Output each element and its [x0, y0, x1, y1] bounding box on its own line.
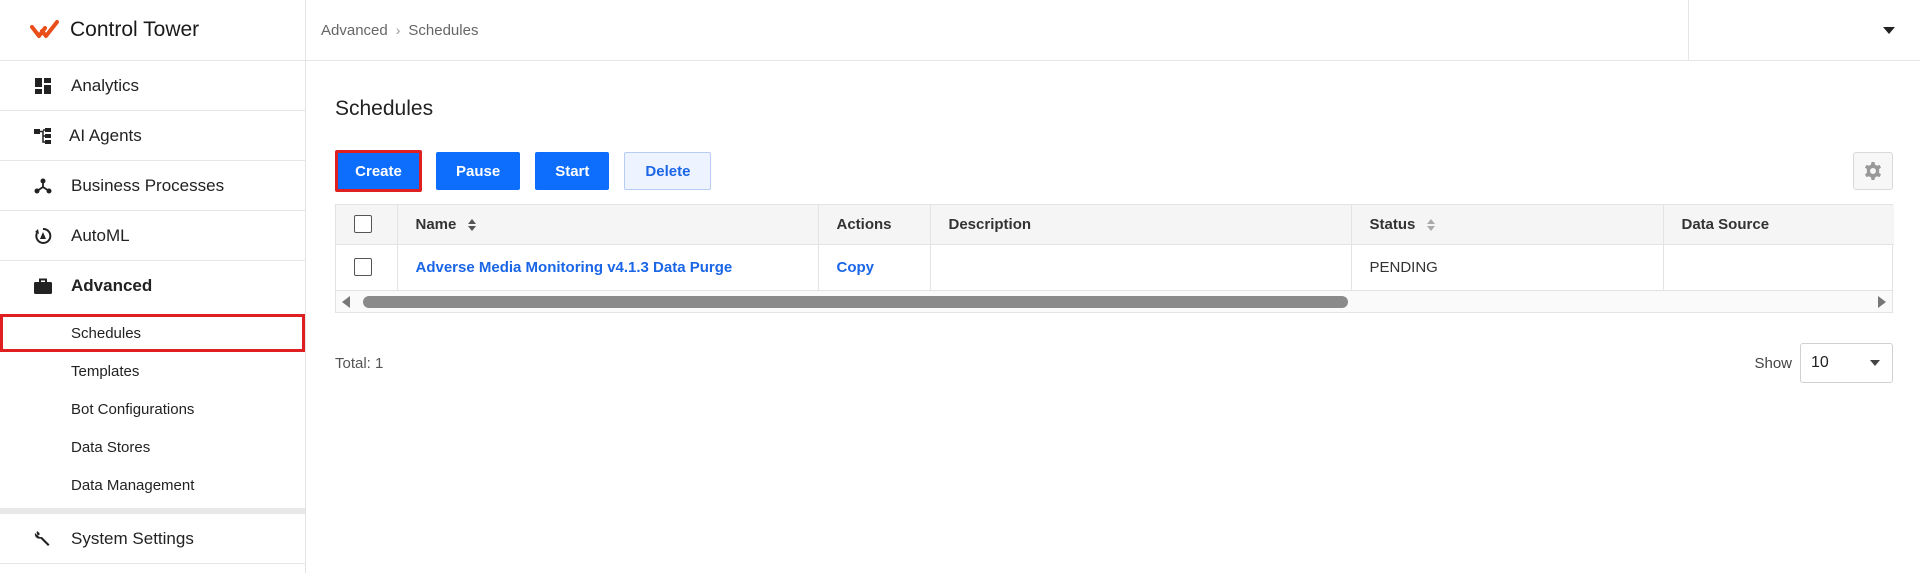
brand[interactable]: Control Tower	[0, 0, 305, 61]
page-size-select[interactable]: 10	[1800, 343, 1893, 383]
sidebar-item-label: AI Agents	[69, 125, 142, 145]
main-content: Schedules Create Pause Start Delete Name	[335, 61, 1894, 383]
chevron-right-icon: ›	[395, 22, 401, 38]
cell-data-source	[1663, 244, 1894, 290]
page-size-value: 10	[1811, 354, 1829, 371]
scroll-thumb[interactable]	[363, 296, 1348, 308]
sidebar-item-advanced[interactable]: Advanced	[0, 261, 305, 311]
cell-description	[930, 244, 1352, 290]
sidebar-item-automl[interactable]: AutoML	[0, 211, 305, 261]
select-all-cell	[336, 205, 398, 245]
control-tower-logo-icon	[30, 20, 59, 38]
sidebar-subitem-schedules[interactable]: Schedules	[0, 314, 305, 352]
sidebar-item-ai-agents[interactable]: AI Agents	[0, 111, 305, 161]
app-title: Control Tower	[70, 18, 200, 41]
chevron-down-icon	[1883, 27, 1895, 34]
row-select-cell	[336, 244, 398, 290]
cell-status: PENDING	[1351, 244, 1664, 290]
column-header-name[interactable]: Name	[397, 205, 819, 245]
automl-icon	[32, 225, 54, 247]
copy-link[interactable]: Copy	[837, 259, 875, 276]
pause-button[interactable]: Pause	[436, 152, 521, 190]
column-settings-button[interactable]	[1853, 152, 1893, 190]
table-header-row: Name Actions Description Status Data Sou…	[336, 205, 1894, 245]
sidebar-item-system-settings[interactable]: System Settings	[0, 514, 305, 564]
table-row: Adverse Media Monitoring v4.1.3 Data Pur…	[336, 244, 1894, 290]
start-button[interactable]: Start	[535, 152, 610, 190]
chevron-down-icon	[1870, 360, 1880, 366]
schedule-name-link[interactable]: Adverse Media Monitoring v4.1.3 Data Pur…	[416, 259, 733, 276]
briefcase-icon	[32, 275, 54, 297]
column-header-status[interactable]: Status	[1351, 205, 1664, 245]
scroll-left-icon[interactable]	[342, 296, 350, 308]
column-header-actions: Actions	[818, 205, 931, 245]
schedules-table: Name Actions Description Status Data Sou…	[335, 204, 1894, 313]
sidebar-subitem-templates[interactable]: Templates	[0, 352, 305, 390]
sidebar-item-label: Business Processes	[71, 175, 225, 195]
row-checkbox[interactable]	[354, 258, 372, 277]
cell-name: Adverse Media Monitoring v4.1.3 Data Pur…	[397, 244, 819, 290]
advanced-submenu: Schedules Templates Bot Configurations D…	[0, 311, 305, 514]
hierarchy-icon	[32, 125, 54, 147]
sidebar-item-label: System Settings	[71, 528, 194, 548]
gear-icon	[1865, 162, 1881, 180]
sidebar: Control Tower Analytics AI Agents Busine…	[0, 0, 306, 573]
sidebar-item-label: Advanced	[71, 276, 153, 295]
process-icon	[32, 175, 54, 197]
column-header-description: Description	[930, 205, 1352, 245]
cell-actions: Copy	[818, 244, 931, 290]
create-button[interactable]: Create	[335, 150, 422, 192]
breadcrumb: Advanced › Schedules	[306, 22, 478, 39]
sidebar-subitem-bot-configurations[interactable]: Bot Configurations	[0, 390, 305, 428]
sidebar-item-business-processes[interactable]: Business Processes	[0, 161, 305, 211]
sidebar-item-label: AutoML	[71, 225, 130, 245]
horizontal-scrollbar[interactable]	[336, 290, 1892, 312]
sidebar-item-analytics[interactable]: Analytics	[0, 61, 305, 111]
breadcrumb-current: Schedules	[408, 21, 479, 39]
user-menu[interactable]	[1688, 0, 1920, 61]
sort-icon	[1426, 218, 1435, 231]
column-header-data-source: Data Source	[1663, 205, 1894, 245]
table-footer: Total: 1 Show 10	[335, 343, 1893, 383]
top-bar: Advanced › Schedules	[306, 0, 1920, 61]
toolbar: Create Pause Start Delete	[335, 150, 1893, 192]
sidebar-subitem-data-stores[interactable]: Data Stores	[0, 428, 305, 466]
total-count: Total: 1	[335, 354, 384, 372]
wrench-icon	[32, 528, 54, 550]
scroll-right-icon[interactable]	[1878, 296, 1886, 308]
select-all-checkbox[interactable]	[354, 215, 372, 234]
show-label: Show	[1754, 354, 1792, 372]
dashboard-icon	[32, 75, 54, 97]
sidebar-item-label: Analytics	[71, 75, 140, 95]
page-size-control: Show 10	[1754, 343, 1893, 383]
sort-icon	[467, 218, 476, 231]
page-title: Schedules	[335, 97, 434, 120]
breadcrumb-parent[interactable]: Advanced	[321, 22, 388, 39]
delete-button[interactable]: Delete	[624, 152, 712, 190]
sidebar-subitem-data-management[interactable]: Data Management	[0, 466, 305, 504]
